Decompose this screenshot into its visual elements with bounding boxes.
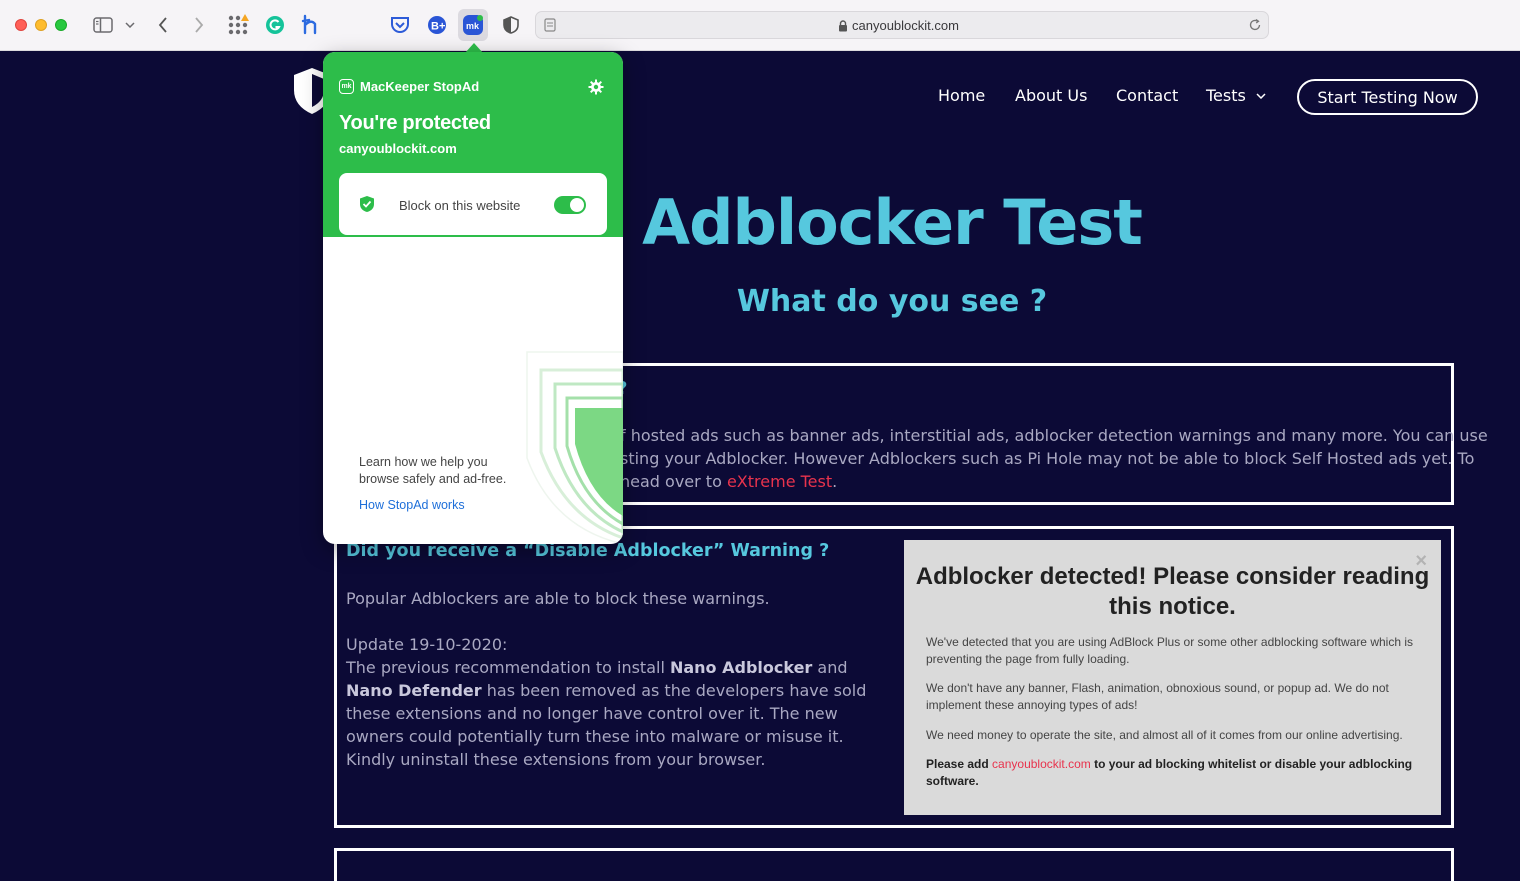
notice-text: We've detected that you are using AdBloc…	[926, 635, 1413, 666]
block-label: Block on this website	[399, 198, 521, 213]
learn-text: Learn how we help you browse safely and …	[359, 455, 507, 486]
page-title: Adblocker Test	[642, 186, 1143, 259]
privacy-shield-icon[interactable]	[500, 12, 522, 38]
start-testing-button[interactable]: Start Testing Now	[1297, 79, 1478, 115]
chevron-down-icon[interactable]	[123, 12, 137, 38]
apps-grid-icon[interactable]	[226, 12, 250, 38]
nav-contact[interactable]: Contact	[1116, 86, 1178, 105]
section-paragraph: f hosted ads such as banner ads, interst…	[620, 426, 1488, 491]
pocket-icon[interactable]	[388, 12, 412, 38]
close-window-button[interactable]	[15, 19, 27, 31]
reload-icon[interactable]	[1248, 18, 1262, 37]
nav-about-us[interactable]: About Us	[1015, 86, 1087, 105]
how-stopad-works-link[interactable]: How StopAd works	[359, 498, 465, 512]
gear-icon[interactable]	[588, 79, 604, 100]
chevron-down-icon	[1256, 92, 1266, 99]
back-icon[interactable]	[153, 12, 173, 38]
shield-illustration	[526, 351, 623, 544]
nav-tests[interactable]: Tests	[1206, 86, 1266, 105]
adblock-notice-image: × Adblocker detected! Please consider re…	[904, 540, 1441, 815]
popup-site: canyoublockit.com	[339, 141, 457, 156]
nav-home[interactable]: Home	[938, 86, 985, 105]
section-box	[334, 848, 1454, 881]
nav-tests-label: Tests	[1206, 86, 1246, 105]
block-toggle-card: Block on this website	[339, 173, 607, 235]
bplus-icon[interactable]: B+	[425, 12, 449, 38]
minimize-window-button[interactable]	[35, 19, 47, 31]
browser-toolbar: B+ mk canyoublockit.com	[0, 0, 1520, 51]
stopad-popup: mk MacKeeper StopAd You're protected can…	[323, 52, 623, 544]
block-toggle[interactable]	[554, 196, 586, 214]
stopad-extension-icon[interactable]: mk	[458, 9, 488, 41]
notice-text: We need money to operate the site, and a…	[926, 728, 1403, 742]
svg-text:mk: mk	[466, 21, 480, 31]
zoom-window-button[interactable]	[55, 19, 67, 31]
address-bar[interactable]: canyoublockit.com	[535, 11, 1269, 39]
extreme-test-link[interactable]: eXtreme Test	[727, 472, 832, 491]
popup-brand: mk MacKeeper StopAd	[339, 79, 479, 94]
honey-icon[interactable]	[299, 12, 323, 38]
lock-icon	[838, 19, 848, 37]
reader-icon[interactable]	[544, 18, 556, 37]
warning-heading: Did you receive a “Disable Adblocker” Wa…	[346, 541, 830, 561]
forward-icon[interactable]	[189, 12, 209, 38]
notice-text: We don't have any banner, Flash, animati…	[926, 681, 1389, 712]
grammarly-icon[interactable]	[263, 12, 287, 38]
svg-text:B+: B+	[431, 21, 445, 33]
popup-brand-label: MacKeeper StopAd	[360, 79, 480, 94]
sidebar-toggle-icon[interactable]	[91, 12, 115, 38]
protection-status: You're protected	[339, 112, 491, 134]
warning-paragraph: Popular Adblockers are able to block the…	[346, 589, 867, 769]
mackeeper-logo-icon: mk	[339, 79, 354, 94]
url-text: canyoublockit.com	[852, 18, 959, 33]
page-subtitle: What do you see ?	[736, 284, 1048, 319]
shield-check-icon	[359, 195, 375, 218]
notice-title: Adblocker detected! Please consider read…	[915, 563, 1430, 620]
notice-text: Please add canyoublockit.com to your ad …	[926, 757, 1413, 788]
